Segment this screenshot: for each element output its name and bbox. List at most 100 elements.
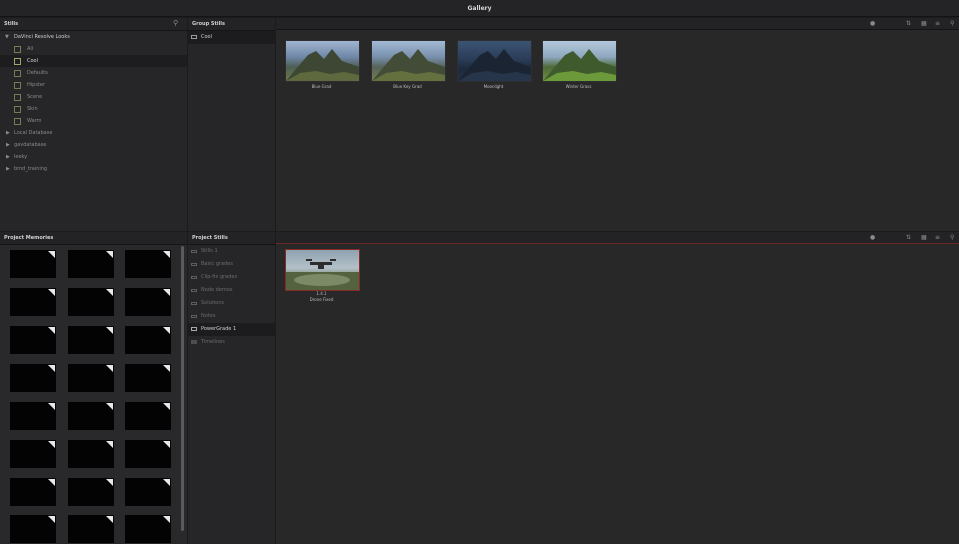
memories-grid [0, 245, 180, 544]
group-stills-header-label: Group Stills [192, 21, 225, 27]
search-icon[interactable]: ⚲ [173, 19, 178, 27]
still-thumbnail[interactable] [542, 40, 617, 82]
chevron-down-icon[interactable]: ▼ [5, 31, 9, 43]
chevron-right-icon[interactable]: ▶ [6, 127, 10, 139]
chevron-right-icon[interactable]: ▶ [6, 139, 10, 151]
project-album-stills-1[interactable]: Stills 1 [188, 245, 275, 258]
memory-slot[interactable] [125, 288, 171, 316]
album-icon [191, 289, 197, 292]
zoom-slider-handle[interactable]: ● [870, 18, 875, 30]
group-album-cool[interactable]: Cool [188, 31, 275, 44]
project-album-notes[interactable]: Notes [188, 310, 275, 323]
search-icon[interactable]: ⚲ [950, 232, 954, 244]
project-album-node-demos[interactable]: Node demos [188, 284, 275, 297]
zoom-slider-handle[interactable]: ● [870, 232, 875, 244]
memory-slot[interactable] [68, 364, 114, 392]
tree-item-label: DaVinci Resolve Looks [14, 34, 70, 40]
powergrade-icon [191, 327, 197, 331]
grid-view-icon[interactable]: ▦ [921, 232, 927, 244]
memory-slot[interactable] [10, 515, 56, 543]
memory-flag-icon [48, 403, 55, 410]
chevron-right-icon[interactable]: ▶ [6, 163, 10, 175]
memory-slot[interactable] [68, 440, 114, 468]
project-album-powergrade-1[interactable]: PowerGrade 1 [188, 323, 275, 336]
still-thumbnail[interactable] [285, 40, 360, 82]
grid-view-icon[interactable]: ▦ [921, 18, 927, 30]
sort-icon[interactable]: ⇅ [906, 232, 911, 244]
tree-item-defaults[interactable]: Defaults [0, 67, 187, 79]
album-icon [191, 315, 197, 318]
memory-slot[interactable] [10, 478, 56, 506]
memory-slot[interactable] [125, 326, 171, 354]
memory-flag-icon [48, 289, 55, 296]
memory-flag-icon [106, 289, 113, 296]
group-stills-toolbar: ● ⇅ ▦ ≡ ⚲ [276, 18, 959, 30]
tree-item-all[interactable]: All [0, 43, 187, 55]
memory-flag-icon [163, 289, 170, 296]
project-album-timelines[interactable]: Timelines [188, 336, 275, 349]
tree-item-label: Cool [27, 58, 38, 64]
memory-slot[interactable] [125, 402, 171, 430]
memory-slot[interactable] [10, 440, 56, 468]
chevron-right-icon[interactable]: ▶ [6, 151, 10, 163]
tree-item-scene[interactable]: Scene [0, 91, 187, 103]
memory-slot[interactable] [125, 364, 171, 392]
project-album-clip-fix-grades[interactable]: Clip-fix grades [188, 271, 275, 284]
memory-slot[interactable] [68, 515, 114, 543]
timeline-icon [191, 340, 197, 344]
tree-item-cool[interactable]: Cool [0, 55, 187, 67]
memory-slot[interactable] [10, 326, 56, 354]
project-memories-header-label: Project Memories [4, 235, 54, 241]
album-icon [191, 35, 197, 39]
project-album-solutions[interactable]: Solutions [188, 297, 275, 310]
memory-slot[interactable] [10, 402, 56, 430]
tree-item-skin[interactable]: Skin [0, 103, 187, 115]
tree-item-hipster[interactable]: Hipster [0, 79, 187, 91]
still-thumbnail[interactable] [371, 40, 446, 82]
memory-slot[interactable] [68, 326, 114, 354]
tree-group-gavdatabase[interactable]: ▶ gavdatabase [0, 139, 187, 151]
search-icon[interactable]: ⚲ [950, 18, 954, 30]
memory-slot[interactable] [125, 440, 171, 468]
memory-slot[interactable] [125, 478, 171, 506]
list-view-icon[interactable]: ≡ [935, 18, 940, 30]
memory-slot[interactable] [68, 250, 114, 278]
album-icon [14, 70, 21, 77]
memory-slot[interactable] [125, 250, 171, 278]
drone-image [286, 259, 359, 290]
memory-flag-icon [106, 403, 113, 410]
list-view-icon[interactable]: ≡ [935, 232, 940, 244]
project-stills-content: ● ⇅ ▦ ≡ ⚲ 1.4.1 Drone Fixed [276, 232, 959, 544]
project-stills-panel: Project Stills Stills 1 Basic grades Cli… [188, 232, 275, 544]
sort-icon[interactable]: ⇅ [906, 18, 911, 30]
tree-group-bmd-training[interactable]: ▶ bmd_training [0, 163, 187, 175]
tree-group-leeky[interactable]: ▶ leeky [0, 151, 187, 163]
memory-slot[interactable] [10, 364, 56, 392]
project-album-basic-grades[interactable]: Basic grades [188, 258, 275, 271]
still-caption: Blue Key Grad [393, 84, 422, 89]
still-thumbnail[interactable] [457, 40, 532, 82]
tree-item-label: Local Database [14, 130, 53, 136]
still-thumbnail-selected[interactable] [285, 249, 360, 291]
album-label: Timelines [201, 339, 225, 345]
memory-flag-icon [106, 327, 113, 334]
tree-item-label: Defaults [27, 70, 48, 76]
mountain-image [458, 49, 531, 81]
window-title: Gallery [0, 0, 959, 17]
stills-tree: ▼ DaVinci Resolve Looks All Cool Default… [0, 31, 187, 231]
memory-slot[interactable] [68, 288, 114, 316]
memory-slot[interactable] [125, 515, 171, 543]
memory-slot[interactable] [10, 288, 56, 316]
tree-group-davinci-looks[interactable]: ▼ DaVinci Resolve Looks [0, 31, 187, 43]
still-caption: Blue Grad [311, 84, 332, 89]
memory-slot[interactable] [68, 402, 114, 430]
memory-slot[interactable] [10, 250, 56, 278]
memory-slot[interactable] [68, 478, 114, 506]
group-stills-panel: Group Stills Cool [188, 18, 275, 231]
tree-group-local-database[interactable]: ▶ Local Database [0, 127, 187, 139]
tree-item-warm[interactable]: Warm [0, 115, 187, 127]
memory-flag-icon [48, 327, 55, 334]
memory-flag-icon [106, 251, 113, 258]
memories-scrollbar[interactable] [181, 246, 184, 531]
memory-flag-icon [163, 365, 170, 372]
